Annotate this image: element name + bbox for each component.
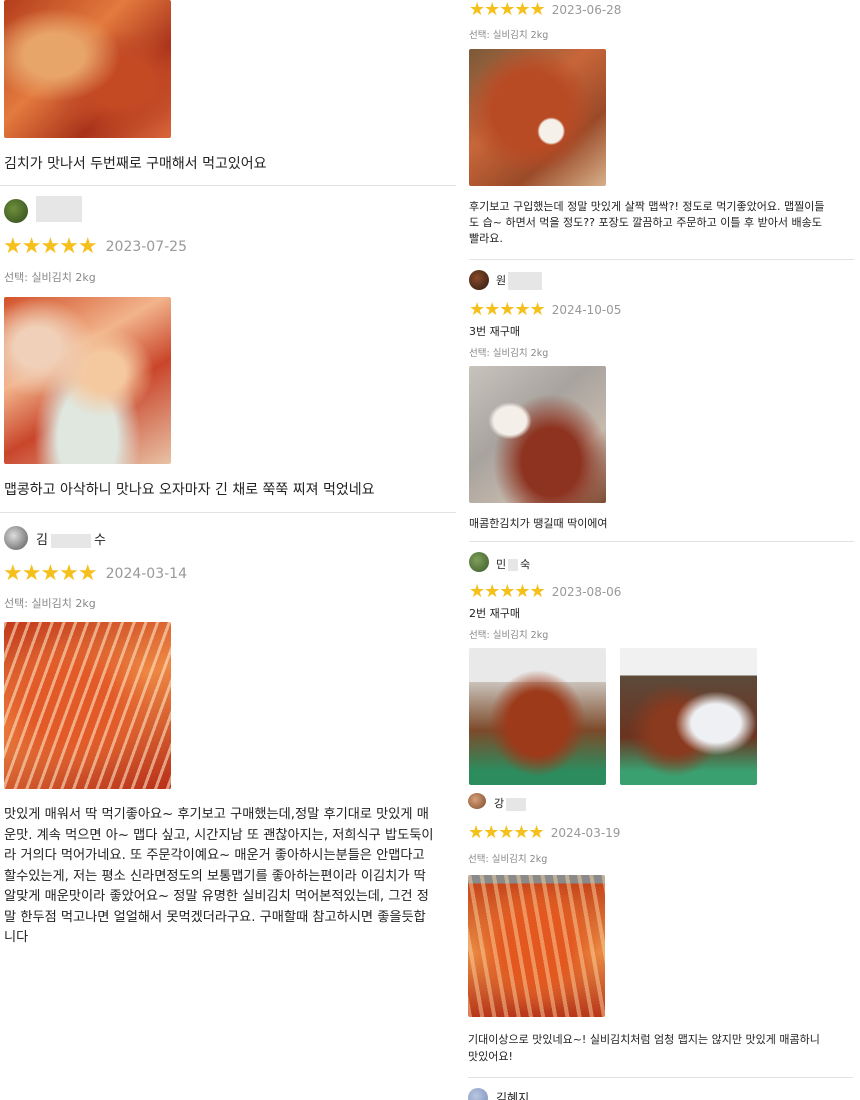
rating-stars: ★★★★★ 2024-03-19 (468, 824, 620, 842)
purchase-option: 선택: 실비김치 2kg (4, 271, 96, 284)
review-date: 2024-03-14 (105, 566, 187, 582)
review-divider (469, 259, 854, 260)
review-photo[interactable] (468, 875, 605, 1017)
rating-stars: ★★★★★ 2024-03-14 (3, 563, 187, 585)
star-rating-icons: ★★★★★ (469, 0, 546, 20)
reviewer-name-masked (50, 533, 91, 548)
purchase-option: 선택: 실비김치 2kg (468, 854, 548, 865)
review-photo[interactable] (620, 648, 757, 785)
review-divider (469, 541, 854, 542)
review-text: 기대이상으로 맛있네요~! 실비김치처럼 엄청 맵지는 않지만 맛있게 매콤하니… (468, 1031, 820, 1065)
reviewer-name-masked (36, 196, 82, 222)
review-photo[interactable] (469, 366, 606, 503)
reviewer-name-head: 민 (496, 558, 507, 571)
review-divider (0, 185, 465, 186)
review-text-line: 라 거의다 먹어가네요. 또 주문각이예요~ 매운거 좋아하시는분들은 안맵다고 (4, 848, 425, 863)
purchase-option: 선택: 실비김치 2kg (469, 30, 549, 41)
review-text: 매콤한김치가 땡길때 딱이에여 (469, 517, 608, 530)
reviewer-name: 민숙 (496, 556, 530, 572)
review-text-line: 운맛. 계속 먹으면 아~ 맵다 싶고, 시간지남 또 괜찮아지는, 저희식구 … (4, 827, 434, 843)
reviewer-name-masked (508, 272, 543, 290)
review-text-line: 니다 (4, 930, 29, 945)
reviewer-name-masked (508, 559, 519, 571)
reviewer-name-head: 원 (496, 274, 507, 287)
reviewer-avatar (468, 1088, 488, 1100)
right-review-panel: ★★★★★ 2023-06-28 선택: 실비김치 2kg 후기보고 구입했는데… (456, 0, 860, 790)
review-date: 2024-03-19 (550, 826, 621, 840)
reviewer-name: 김혜지 (496, 1091, 530, 1100)
review-text-line: 도 습~ 하면서 먹을 정도?? 포장도 깔끔하고 주문하고 이틀 후 받아서 … (469, 216, 822, 229)
review-photo[interactable] (469, 49, 606, 186)
reviewer-name-head: 김 (36, 533, 48, 548)
rating-stars: ★★★★★ 2024-10-05 (469, 301, 621, 319)
reviewer-name-head: 강 (494, 797, 505, 810)
review-title: 3번 재구매 (469, 325, 520, 338)
reviewer-name-tail: 수 (93, 533, 106, 548)
purchase-option: 선택: 실비김치 2kg (4, 597, 96, 610)
review-text-line: 말 한두점 먹고나면 얼얼해서 못먹겠더라구요. 구매할때 참고하시면 좋을듯합 (4, 909, 426, 925)
reviewer-name: 원 (496, 272, 543, 290)
purchase-option: 선택: 실비김치 2kg (469, 348, 549, 359)
reviewer-avatar (469, 552, 489, 572)
rating-stars: ★★★★★ 2023-08-06 (469, 583, 621, 601)
star-rating-icons: ★★★★★ (469, 581, 546, 602)
review-text-line: 빨라요. (469, 232, 503, 245)
review-date: 2023-07-25 (105, 239, 187, 255)
review-text: 맵콩하고 아삭하니 맛나요 오자마자 긴 채로 쭉쭉 찌져 먹었네요 (4, 482, 375, 498)
review-text-line: 알맞게 매운맛이라 좋았어요~ 정말 유명한 실비김치 먹어본적있는데, 그건 … (4, 889, 429, 904)
review-divider (468, 1077, 853, 1078)
review-date: 2023-06-28 (551, 3, 622, 17)
reviewer-avatar (4, 526, 28, 550)
star-rating-icons: ★★★★★ (468, 822, 545, 843)
review-text-line: 맛있게 매워서 딱 먹기좋아요~ 후기보고 구매했는데,정말 후기대로 맛있게 … (4, 807, 429, 822)
reviewer-avatar (468, 793, 486, 809)
purchase-option: 선택: 실비김치 2kg (469, 630, 549, 641)
review-text: 맛있게 매워서 딱 먹기좋아요~ 후기보고 구매했는데,정말 후기대로 맛있게 … (4, 805, 464, 949)
right-review-panel-lower: 강 ★★★★★ 2024-03-19 선택: 실비김치 2kg 기대이상으로 맛… (462, 790, 860, 1100)
review-text-line: 후기보고 구입했는데 정말 맛있게 살짝 맵싹?! 정도로 먹기좋았어요. 맵찔… (469, 200, 825, 213)
review-photo[interactable] (4, 297, 171, 464)
reviewer-name: 김수 (36, 529, 106, 548)
review-text-line: 기대이상으로 맛있네요~! 실비김치처럼 엄청 맵지는 않지만 맛있게 매콤하니 (468, 1033, 820, 1046)
left-review-panel: 김치가 맛나서 두번째로 구매해서 먹고있어요 ★★★★★ 2023-07-25… (0, 0, 470, 1100)
review-divider (0, 512, 465, 513)
star-rating-icons: ★★★★★ (3, 234, 98, 259)
review-text-line: 할수있는게, 저는 평소 신라면정도의 보통맵기를 좋아하는편이라 이김치가 딱 (4, 868, 426, 884)
reviewer-avatar (469, 270, 489, 290)
review-text-line: 맛있어요! (468, 1050, 513, 1063)
star-rating-icons: ★★★★★ (3, 561, 98, 586)
review-title: 2번 재구매 (469, 607, 520, 620)
review-date: 2024-10-05 (551, 303, 622, 317)
reviewer-name-tail: 숙 (520, 558, 531, 571)
review-date: 2023-08-06 (551, 585, 622, 599)
review-photo[interactable] (4, 0, 171, 138)
review-text: 김치가 맛나서 두번째로 구매해서 먹고있어요 (4, 156, 267, 172)
star-rating-icons: ★★★★★ (469, 299, 546, 320)
rating-stars: ★★★★★ 2023-06-28 (469, 1, 621, 19)
reviewer-name-masked (506, 797, 527, 811)
review-photo[interactable] (4, 622, 171, 789)
rating-stars: ★★★★★ 2023-07-25 (3, 236, 187, 258)
reviewer-avatar (4, 199, 28, 223)
review-text: 후기보고 구입했는데 정말 맛있게 살짝 맵싹?! 정도로 먹기좋았어요. 맵찔… (469, 199, 824, 247)
review-photo[interactable] (469, 648, 606, 785)
reviewer-name: 강 (494, 795, 527, 811)
